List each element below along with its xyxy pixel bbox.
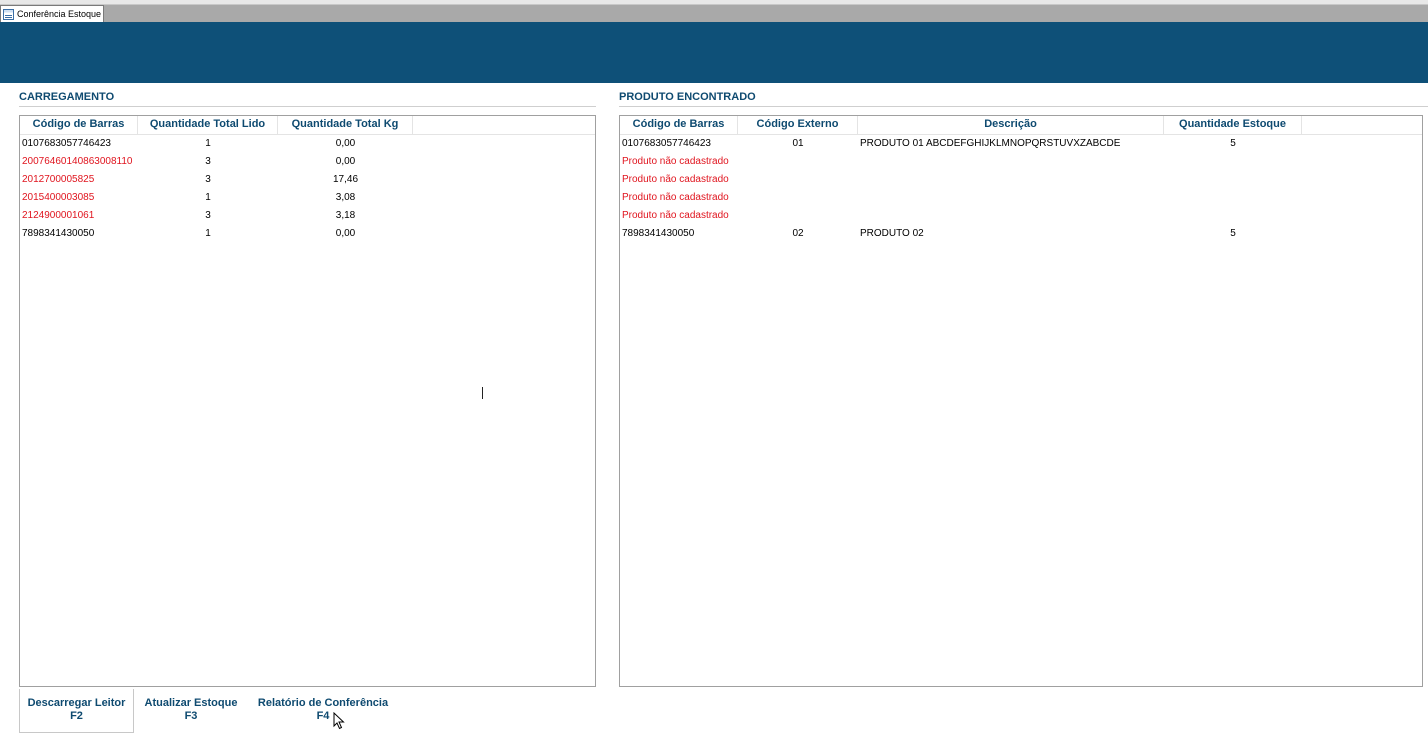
cell-codigo-externo [738,207,858,225]
column-header-codigo-barras[interactable]: Código de Barras [20,116,138,134]
cell-quantidade-estoque [1164,171,1302,189]
carregamento-divider [19,106,596,107]
table-row[interactable]: 0107683057746423 01 PRODUTO 01 ABCDEFGHIJK… [620,135,1422,153]
column-header-codigo-externo[interactable]: Código Externo [738,116,858,134]
cell-quantidade-total-lido: 3 [205,210,211,221]
table-row[interactable]: Produto não cadastrado [620,189,1422,207]
atualizar-estoque-label: Atualizar Estoque [144,697,238,709]
column-header-quantidade-total-lido[interactable]: Quantidade Total Lido [138,116,278,134]
cell-quantidade-total-kg: 3,18 [335,210,356,221]
cell-codigo-externo: 01 [792,138,804,149]
cell-codigo-barras: 7898341430050 [622,228,695,239]
produto-encontrado-grid[interactable]: Código de Barras Código Externo Descriçã… [619,115,1423,687]
table-row[interactable]: Produto não cadastrado [620,153,1422,171]
descarregar-leitor-button[interactable]: Descarregar Leitor F2 [19,689,134,733]
relatorio-conferencia-key: F4 [316,710,330,722]
descarregar-leitor-label: Descarregar Leitor [27,697,126,709]
cell-quantidade-total-lido: 1 [205,192,211,203]
cell-quantidade-total-kg: 0,00 [335,156,356,167]
cell-descricao: PRODUTO 01 ABCDEFGHIJKLMNOPQRSTUVXZABCDE [860,138,1121,149]
table-row[interactable]: 2015400003085 1 3,08 [20,189,595,207]
cell-quantidade-total-kg: 0,00 [335,228,356,239]
carregamento-grid-header: Código de Barras Quantidade Total Lido Q… [20,116,595,135]
column-header-descricao[interactable]: Descrição [858,116,1164,134]
table-row[interactable]: 0107683057746423 1 0,00 [20,135,595,153]
table-row[interactable]: 2124900001061 3 3,18 [20,207,595,225]
cell-quantidade-estoque: 5 [1230,138,1236,149]
atualizar-estoque-key: F3 [184,710,198,722]
cell-codigo-barras: Produto não cadastrado [622,156,729,167]
descarregar-leitor-key: F2 [70,710,83,722]
table-row[interactable]: Produto não cadastrado [620,207,1422,225]
carregamento-title: CARREGAMENTO [19,91,115,103]
tab-conferencia-estoque[interactable]: Conferência Estoque [0,5,104,22]
cell-quantidade-total-lido: 3 [205,156,211,167]
cell-codigo-barras: Produto não cadastrado [622,174,729,185]
cell-codigo-barras: 0107683057746423 [622,138,711,149]
cell-quantidade-estoque [1164,189,1302,207]
table-row[interactable]: 2012700005825 3 17,46 [20,171,595,189]
cell-quantidade-estoque: 5 [1230,228,1236,239]
tab-label: Conferência Estoque [17,9,102,19]
document-tab-bar: Conferência Estoque [0,5,1428,22]
cell-codigo-barras: 2124900001061 [22,210,95,221]
cell-quantidade-estoque [1164,153,1302,171]
column-header-quantidade-total-kg[interactable]: Quantidade Total Kg [278,116,413,134]
cell-codigo-barras: 2015400003085 [22,192,95,203]
cell-codigo-externo [738,171,858,189]
cell-quantidade-total-lido: 1 [205,138,211,149]
relatorio-conferencia-label: Relatório de Conferência [257,697,389,709]
cell-codigo-barras: Produto não cadastrado [622,192,729,203]
mouse-pointer-icon [333,712,345,730]
form-icon [3,8,14,20]
cell-quantidade-total-kg: 0,00 [335,138,356,149]
carregamento-grid[interactable]: Código de Barras Quantidade Total Lido Q… [19,115,596,687]
cell-quantidade-total-lido: 1 [205,228,211,239]
cell-codigo-externo: 02 [792,228,804,239]
table-row[interactable]: 7898341430050 02 PRODUTO 02 5 [620,225,1422,243]
table-row[interactable]: Produto não cadastrado [620,171,1422,189]
produto-encontrado-divider [619,106,1428,107]
cell-codigo-barras: 0107683057746423 [22,138,111,149]
cell-quantidade-total-kg: 3,08 [335,192,356,203]
cell-quantidade-estoque [1164,207,1302,225]
cell-descricao [858,153,1164,171]
column-header-codigo-barras[interactable]: Código de Barras [620,116,738,134]
cell-codigo-barras: Produto não cadastrado [622,210,729,221]
table-row[interactable]: 7898341430050 1 0,00 [20,225,595,243]
header-banner [0,22,1428,83]
relatorio-conferencia-button[interactable]: Relatório de Conferência F4 [250,689,396,733]
atualizar-estoque-button[interactable]: Atualizar Estoque F3 [137,689,245,733]
cell-codigo-barras: 2012700005825 [22,174,95,185]
cell-codigo-barras: 20076460140863008110 [22,156,133,167]
produto-encontrado-title: PRODUTO ENCONTRADO [619,91,756,103]
produto-encontrado-grid-header: Código de Barras Código Externo Descriçã… [620,116,1422,135]
text-cursor-icon [482,387,483,399]
table-row[interactable]: 20076460140863008110 3 0,00 [20,153,595,171]
cell-quantidade-total-kg: 17,46 [332,174,359,185]
cell-descricao [858,207,1164,225]
carregamento-grid-body: 0107683057746423 1 0,00 2007646014086300811… [20,135,595,243]
cell-descricao [858,171,1164,189]
column-header-quantidade-estoque[interactable]: Quantidade Estoque [1164,116,1302,134]
cell-descricao [858,189,1164,207]
cell-codigo-externo [738,153,858,171]
cell-descricao: PRODUTO 02 [860,228,924,239]
produto-encontrado-grid-body: 0107683057746423 01 PRODUTO 01 ABCDEFGHIJK… [620,135,1422,243]
cell-codigo-externo [738,189,858,207]
cell-quantidade-total-lido: 3 [205,174,211,185]
cell-codigo-barras: 7898341430050 [22,228,95,239]
